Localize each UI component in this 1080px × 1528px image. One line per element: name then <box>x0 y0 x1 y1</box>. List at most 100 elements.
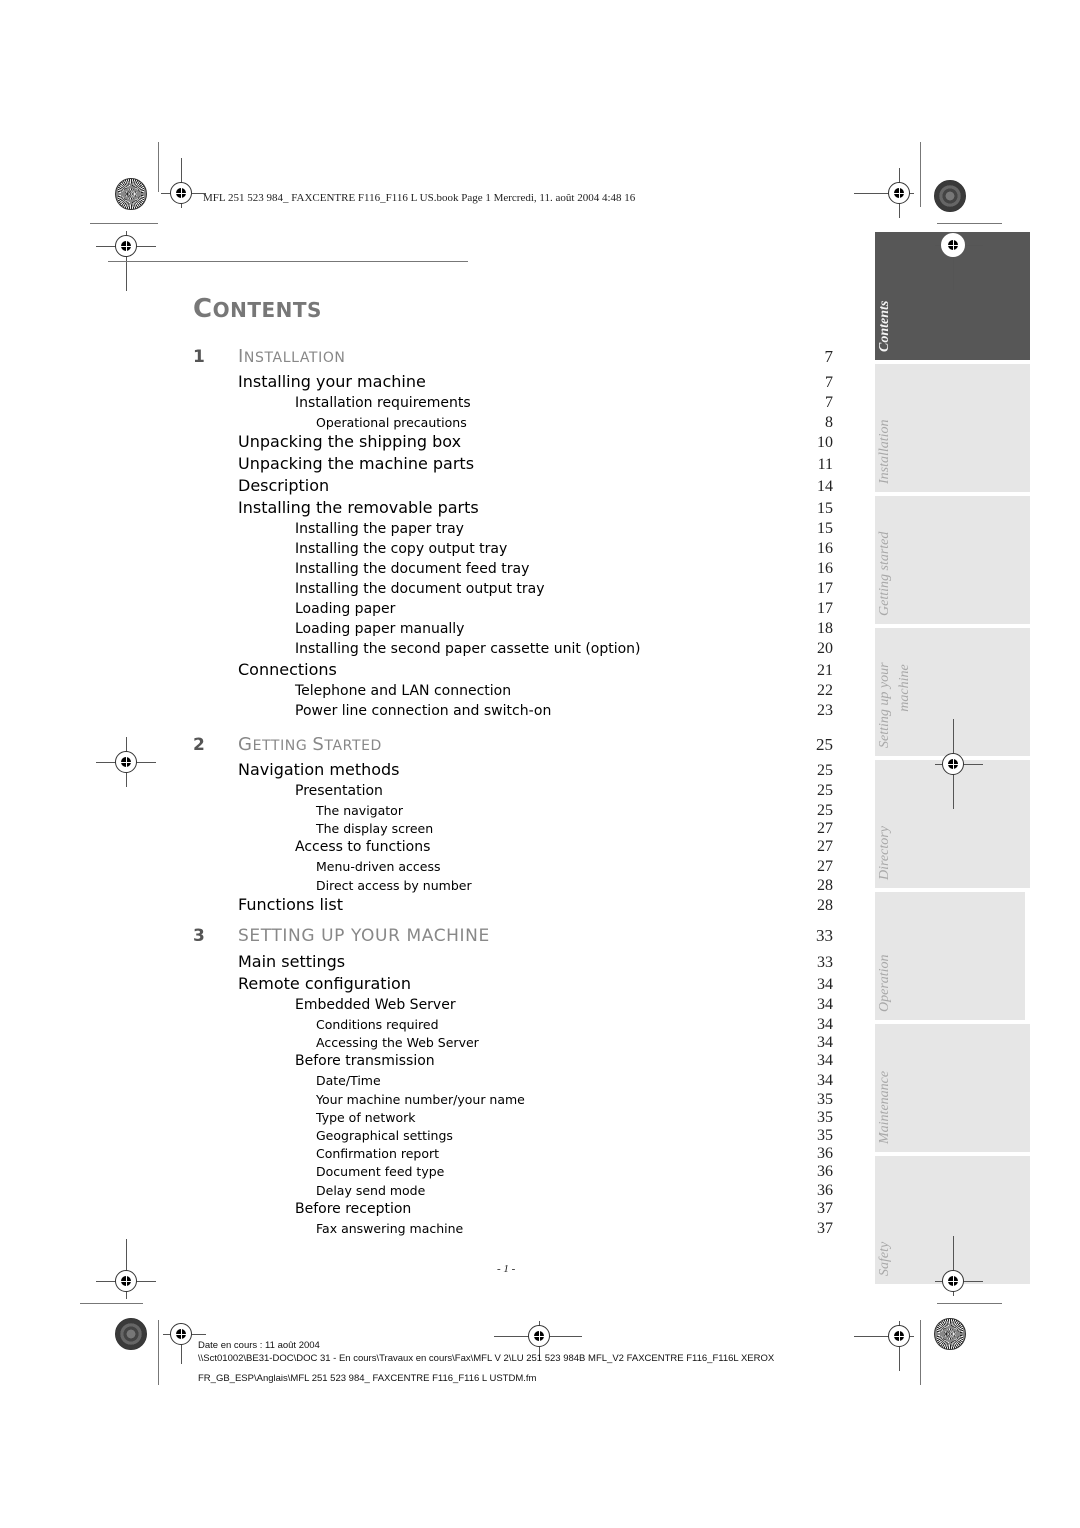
page-ref: 33 <box>817 954 833 971</box>
chapter-title-part: ETTING <box>252 738 313 754</box>
registration-star-icon <box>115 1318 147 1350</box>
toc-entry-label: Before reception <box>295 1200 412 1217</box>
chapter-number: 1 <box>193 347 205 367</box>
page-title: CONTENTS <box>193 294 322 324</box>
chapter-title-part: NSTALLATION <box>243 350 346 366</box>
toc-entry[interactable]: Loading paper manually 18 <box>193 620 833 640</box>
section-tab-maintenance[interactable]: Maintenance <box>875 1024 1030 1152</box>
section-tab-installation[interactable]: Installation <box>875 364 1030 492</box>
chapter-number: 2 <box>193 735 205 755</box>
toc-entry-label: Functions list <box>238 894 343 914</box>
section-tab-label: Contents <box>877 300 892 352</box>
toc-entry[interactable]: Remote configuration 34 <box>193 974 833 996</box>
toc-entry-label: Unpacking the machine parts <box>238 454 475 474</box>
page-ref: 25 <box>817 762 833 779</box>
toc-entry[interactable]: Installing the document feed tray 16 <box>193 560 833 580</box>
section-tab-label: Installation <box>877 419 892 484</box>
toc-entry[interactable]: Telephone and LAN connection 22 <box>193 682 833 702</box>
toc-entry[interactable]: Conditions required 34 <box>193 1016 833 1034</box>
page-ref: 16 <box>817 560 833 578</box>
toc-entry[interactable]: Installing the removable parts 15 <box>193 498 833 520</box>
toc-entry[interactable]: Direct access by number 28 <box>193 877 833 895</box>
toc-entry[interactable]: Accessing the Web Server 34 <box>193 1034 833 1052</box>
toc-entry[interactable]: Description 14 <box>193 476 833 498</box>
toc-entry-label: Access to functions <box>295 839 431 856</box>
toc-entry-label: Your machine number/your name <box>316 1091 525 1107</box>
toc-entry[interactable]: Presentation 25 <box>193 782 833 802</box>
toc-entry[interactable]: Installing the document output tray 17 <box>193 580 833 600</box>
crop-line <box>158 1320 159 1385</box>
toc-entry-label: Installing the paper tray <box>295 521 464 538</box>
chapter-title-part: S <box>312 734 325 755</box>
toc-entry-label: Connections <box>238 660 337 680</box>
toc-entry[interactable]: Unpacking the machine parts 11 <box>193 454 833 476</box>
section-tab-label: Safety <box>877 1241 892 1276</box>
toc-entry[interactable]: Installing the copy output tray 16 <box>193 540 833 560</box>
toc-entry-label: Installation requirements <box>295 395 471 411</box>
section-tab-label-line2: machine <box>897 664 912 712</box>
toc-entry[interactable]: Installation requirements 7 <box>193 394 833 414</box>
toc-entry[interactable]: Date/Time 34 <box>193 1072 833 1090</box>
toc-entry[interactable]: The navigator 25 <box>193 802 833 820</box>
page-ref: 35 <box>817 1108 833 1126</box>
registration-star-icon <box>934 1318 966 1350</box>
toc-entry-label: Remote configuration <box>238 974 411 993</box>
page-ref: 25 <box>816 735 833 754</box>
toc-entry[interactable]: Loading paper 17 <box>193 600 833 620</box>
page-ref: 28 <box>817 896 833 914</box>
toc-chapter: 2 GETTING STARTED 25 Navigation methods 25 Pr… <box>193 734 833 917</box>
toc-entry[interactable]: Operational precautions 8 <box>193 414 833 432</box>
toc-entry[interactable]: Installing the second paper cassette uni… <box>193 640 833 660</box>
registration-star-icon <box>115 178 147 210</box>
toc-entry[interactable]: Installing your machine 7 <box>193 372 833 394</box>
toc-entry-label: Operational precautions <box>316 415 467 430</box>
page-ref: 34 <box>817 1016 833 1033</box>
page-ref: 35 <box>817 1090 833 1108</box>
toc-entry[interactable]: Document feed type 36 <box>193 1163 833 1181</box>
toc-entry[interactable]: Delay send mode 36 <box>193 1182 833 1200</box>
page-ref: 15 <box>817 520 833 538</box>
toc-entry[interactable]: Confirmation report 36 <box>193 1145 833 1163</box>
toc-chapter-heading[interactable]: 2 GETTING STARTED 25 <box>193 734 833 760</box>
section-tab-label: Setting up your <box>877 662 892 748</box>
toc-entry-label: Date/Time <box>316 1073 381 1089</box>
page-ref: 17 <box>817 580 833 598</box>
toc-entry[interactable]: Menu-driven access 27 <box>193 858 833 876</box>
toc-entry[interactable]: Embedded Web Server 34 <box>193 996 833 1016</box>
section-tab-operation[interactable]: Operation <box>875 892 1025 1020</box>
toc-chapter-heading[interactable]: 1 INSTALLATION 7 <box>193 346 833 372</box>
toc-entry[interactable]: The display screen 27 <box>193 820 833 838</box>
toc-entry[interactable]: Power line connection and switch-on 23 <box>193 702 833 722</box>
toc-entry-label: Delay send mode <box>316 1182 426 1198</box>
toc-entry-label: Installing the removable parts <box>238 498 479 518</box>
toc-entry[interactable]: Before reception 37 <box>193 1200 833 1220</box>
section-tab-getting-started[interactable]: Getting started <box>875 496 1030 624</box>
toc-entry[interactable]: Your machine number/your name 35 <box>193 1091 833 1109</box>
toc-entry[interactable]: Installing the paper tray 15 <box>193 520 833 540</box>
toc-entry-label: Direct access by number <box>316 877 472 893</box>
toc-entry[interactable]: Fax answering machine 37 <box>193 1220 833 1238</box>
toc-entry[interactable]: Functions list 28 <box>193 895 833 917</box>
crop-line <box>80 1303 143 1304</box>
toc-entry[interactable]: Before transmission 34 <box>193 1052 833 1072</box>
page-ref: 27 <box>817 858 833 876</box>
toc-entry[interactable]: Geographical settings 35 <box>193 1127 833 1145</box>
toc-chapter-heading[interactable]: 3 SETTING UP YOUR MACHINE 33 <box>193 926 833 952</box>
chapter-title: SETTING UP YOUR MACHINE <box>238 926 490 946</box>
toc-entry[interactable]: Main settings 33 <box>193 952 833 974</box>
page-ref: 37 <box>817 1199 833 1217</box>
toc-entry[interactable]: Access to functions 27 <box>193 838 833 858</box>
toc-entry[interactable]: Unpacking the shipping box 10 <box>193 432 833 454</box>
toc-entry-label: Installing your machine <box>238 372 426 391</box>
toc-entry[interactable]: Type of network 35 <box>193 1109 833 1127</box>
page-ref: 22 <box>817 682 833 700</box>
toc-chapter: 1 INSTALLATION 7 Installing your machine 7 In… <box>193 346 833 722</box>
toc-entry[interactable]: Navigation methods 25 <box>193 760 833 782</box>
toc-entry-label: Loading paper <box>295 601 396 618</box>
page-ref: 14 <box>817 478 833 496</box>
toc-entry-label: Power line connection and switch-on <box>295 703 552 720</box>
toc-entry-label: The navigator <box>316 803 403 818</box>
toc-entry[interactable]: Connections 21 <box>193 660 833 682</box>
toc-entry-label: Description <box>238 476 330 496</box>
page-ref: 36 <box>817 1163 833 1181</box>
